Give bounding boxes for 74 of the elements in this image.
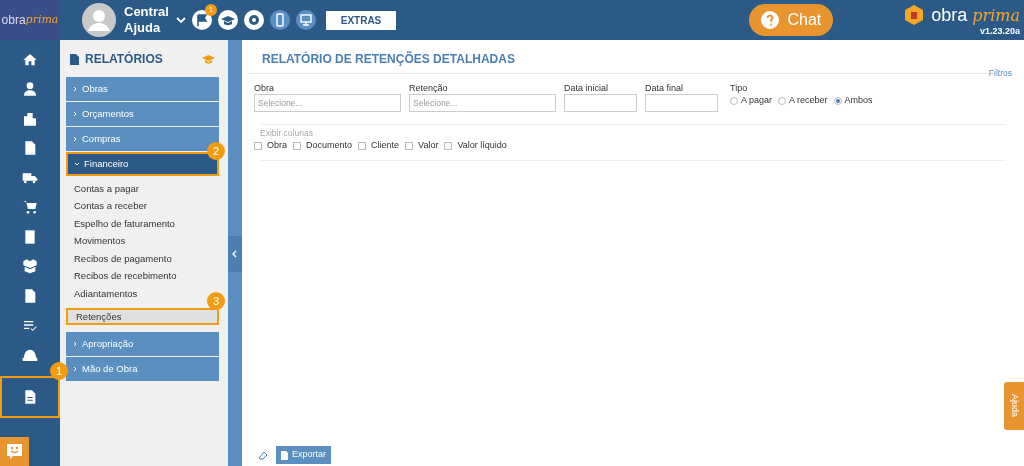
- date-field[interactable]: [645, 93, 718, 112]
- building-icon: [22, 110, 38, 127]
- field-label: Data final: [645, 82, 685, 94]
- page-title: RELATÓRIO DE RETENÇÕES DETALHADAS: [262, 50, 516, 66]
- select-field[interactable]: Selecione...: [254, 93, 401, 112]
- checkbox-label: Valor: [418, 138, 439, 152]
- checkbox-label: Valor líquido: [457, 138, 507, 152]
- menu-item[interactable]: Adiantamentos: [66, 285, 146, 303]
- radio-label: Ambos: [844, 93, 873, 107]
- menu-item[interactable]: Espelho de faturamento: [66, 215, 183, 233]
- help-icon: [761, 11, 780, 29]
- menu-item[interactable]: Retenções: [66, 307, 219, 325]
- radio-button[interactable]: [730, 96, 738, 105]
- step-badge: 3: [207, 291, 225, 310]
- chevron-right-icon: [72, 366, 78, 372]
- app-logo: obraprima: [0, 0, 60, 40]
- field-label: Obra: [254, 82, 275, 94]
- menu-item[interactable]: Movimentos: [66, 232, 134, 250]
- step-badge: 2: [207, 142, 225, 160]
- chevron-right-icon: [72, 341, 78, 347]
- boxes-icon: [22, 258, 38, 275]
- checkbox[interactable]: [254, 141, 262, 150]
- menu-item[interactable]: Contas a pagar: [66, 180, 147, 198]
- version-label: v1.23.20a: [979, 26, 1020, 36]
- radio-button[interactable]: [833, 96, 842, 105]
- cart-icon: [22, 199, 38, 216]
- document-icon: [22, 388, 38, 405]
- checkbox-label: Obra: [267, 138, 287, 152]
- menu-item[interactable]: Recibos de pagamento: [66, 250, 180, 268]
- brand-logo-icon: [903, 4, 926, 26]
- user-icon: [22, 81, 38, 98]
- radio-button[interactable]: [778, 96, 787, 105]
- field-label: Tipo: [730, 82, 749, 94]
- chevron-right-icon: [72, 86, 78, 92]
- step-badge: 1: [50, 361, 68, 380]
- sidebar-title: RELATÓRIOS: [85, 50, 163, 68]
- notification-badge: 1: [205, 4, 217, 16]
- field-label: Data inicial: [564, 82, 610, 94]
- extras-button[interactable]: EXTRAS: [326, 10, 396, 30]
- user-name[interactable]: Central Ajuda: [124, 4, 170, 36]
- select-field[interactable]: Selecione...: [409, 93, 556, 112]
- document-icon: [22, 140, 38, 157]
- filters-link[interactable]: Filtros: [988, 67, 1012, 80]
- brand-name: obra prima: [931, 4, 1020, 26]
- document-icon: [70, 53, 79, 65]
- columns-label: Exibir colunas: [260, 126, 314, 140]
- checkbox[interactable]: [444, 141, 453, 150]
- checkbox-label: Cliente: [371, 138, 400, 152]
- checkbox[interactable]: [405, 141, 414, 150]
- home-icon: [22, 51, 38, 68]
- menu-item[interactable]: Contas a receber: [66, 197, 155, 215]
- date-field[interactable]: [564, 93, 637, 112]
- flag-icon[interactable]: [192, 10, 212, 30]
- chevron-right-icon: [72, 111, 78, 117]
- settings-icon[interactable]: [244, 10, 264, 30]
- checkbox-label: Documento: [306, 138, 353, 152]
- nav-item[interactable]: [0, 375, 60, 418]
- document-icon: [281, 450, 288, 460]
- graduation-cap-icon[interactable]: [218, 10, 238, 30]
- monitor-icon[interactable]: [296, 10, 316, 30]
- avatar-icon[interactable]: [82, 3, 116, 37]
- menu-item[interactable]: Recibos de recebimento: [66, 267, 185, 285]
- document-icon: [22, 287, 38, 304]
- chevron-down-icon[interactable]: [176, 16, 186, 24]
- radio-label: A receber: [789, 93, 828, 107]
- checkbox[interactable]: [358, 141, 367, 150]
- radio-label: A pagar: [741, 93, 773, 107]
- chevron-right-icon: [72, 136, 78, 142]
- chevron-down-icon: [74, 161, 80, 167]
- checkbox[interactable]: [293, 141, 301, 150]
- field-label: Retenção: [409, 82, 449, 94]
- phone-icon[interactable]: [270, 10, 290, 30]
- chevron-left-icon: [232, 250, 238, 258]
- eraser-icon[interactable]: [258, 450, 268, 460]
